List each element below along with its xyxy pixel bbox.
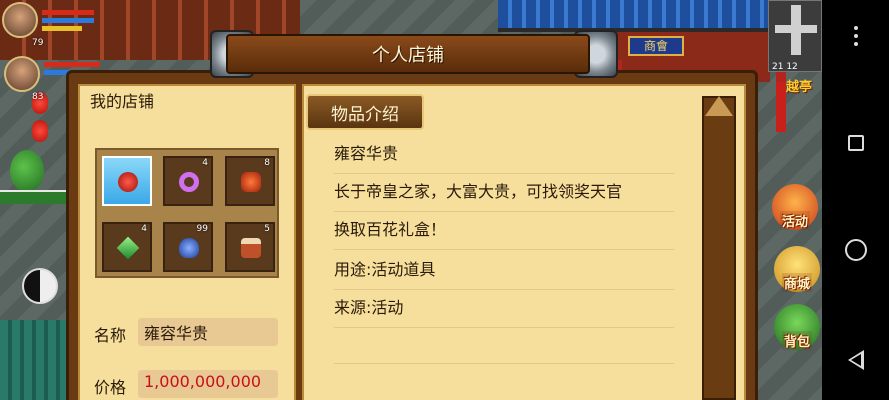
recent-apps-icon[interactable] [847,134,864,151]
purple-ring-icon [179,172,199,192]
backpack-label: 背包 [781,331,812,350]
description-line: 长于帝皇之家，大富大贵，可找领奖天官 [334,174,674,212]
blue-roof [498,0,768,32]
price-value: 1,000,000,000 [138,370,278,398]
home-icon[interactable] [844,239,867,262]
tree [10,150,44,192]
dialog-title-bar: 个人店铺 [226,34,590,74]
inventory-grid: 4 8 4 99 5 [95,148,279,278]
system-nav-bar [822,0,889,400]
wall [0,320,70,400]
mall-label: 商城 [781,273,812,292]
description-line: 用途:活动道具 [334,252,674,290]
item-name-value: 雍容华贵 [138,318,278,346]
back-icon[interactable] [847,349,864,370]
price-label: 价格 [94,378,127,397]
green-gem-icon [116,236,140,260]
inventory-slot[interactable]: 4 [102,222,152,272]
player-mp-bar [42,18,94,23]
pet-level: 83 [32,92,44,102]
shop-sign: 商會 [628,36,684,56]
player-level: 79 [32,38,44,48]
pillar [776,82,786,132]
dialog-title: 个人店铺 [372,45,444,66]
slot-qty: 5 [264,224,270,234]
slot-qty: 4 [202,158,208,168]
more-options-icon[interactable] [853,26,858,46]
description-line [334,326,674,364]
description-line: 换取百花礼盒！ [334,212,674,250]
hedge [0,190,70,204]
backpack-button[interactable]: 背包 [774,304,820,350]
player-avatar[interactable] [2,2,38,38]
inventory-slot[interactable]: 4 [163,156,213,206]
player-hp-bar [42,10,94,15]
lantern-icon [32,120,48,142]
pet-avatar[interactable] [4,56,40,92]
description-scrollbar[interactable] [702,96,736,400]
inventory-slot[interactable]: 5 [225,222,275,272]
description-line: 来源:活动 [334,290,674,328]
activity-button[interactable]: 活动 [772,184,818,230]
description-line: 雍容华贵 [334,136,674,174]
yinyang-icon[interactable] [22,268,58,304]
pet-hp-bar [44,62,100,67]
red-lantern-icon [241,172,261,192]
inventory-slot[interactable]: 8 [225,156,275,206]
inventory-slot[interactable]: 99 [163,222,213,272]
drum-icon [241,238,261,258]
slot-qty: 99 [196,224,208,234]
blue-potion-icon [179,238,199,258]
name-label: 名称 [94,326,127,345]
coordinates: 21 12 [772,62,798,72]
tab-item-info[interactable]: 物品介绍 [306,94,424,130]
player-exp-bar [42,26,82,31]
scroll-up-arrow-icon[interactable] [705,96,733,116]
slot-qty: 8 [264,158,270,168]
slot-qty: 4 [141,224,147,234]
location-name: 越亭 [786,80,813,95]
mall-button[interactable]: 商城 [774,246,820,292]
activity-label: 活动 [779,211,810,230]
minimap-road [775,25,817,33]
my-shop-label: 我的店铺 [90,92,155,111]
inventory-slot[interactable] [102,156,152,206]
red-flower-icon [118,172,138,192]
